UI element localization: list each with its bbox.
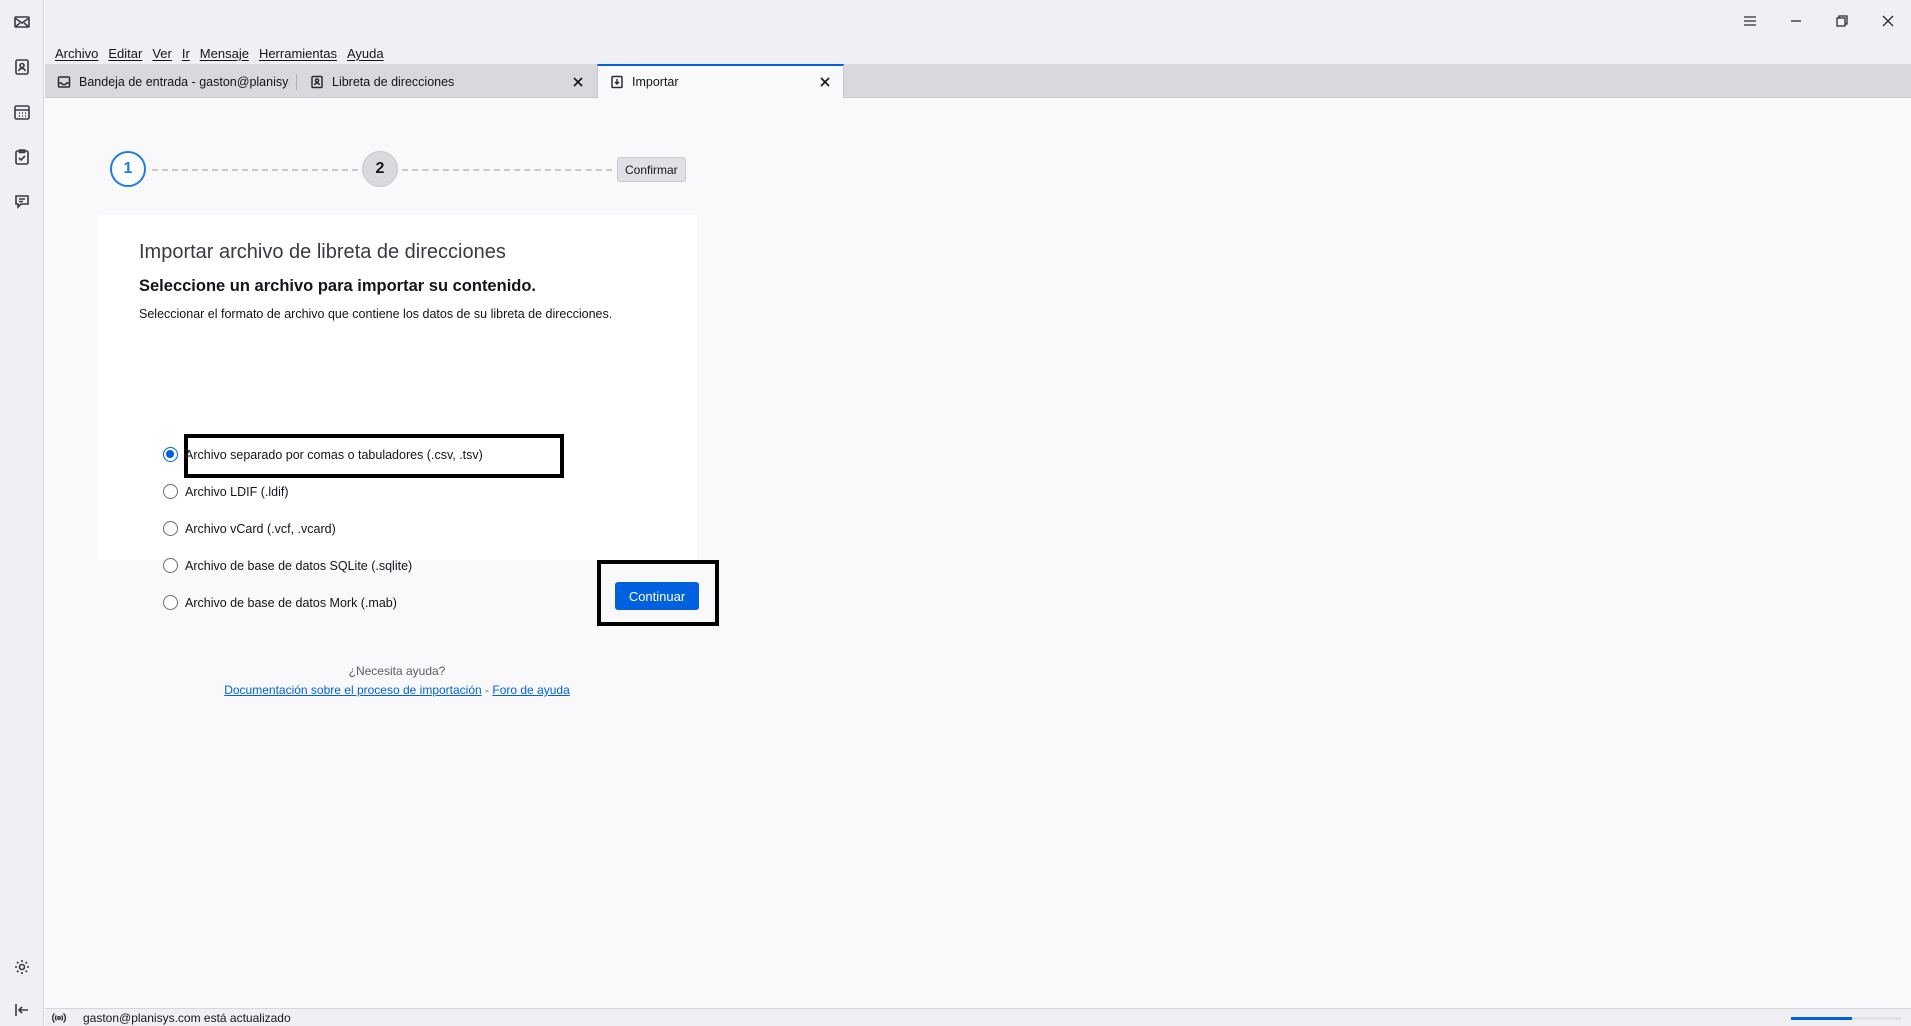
support-forum-link[interactable]: Foro de ayuda <box>492 683 569 697</box>
option-label: Archivo de base de datos Mork (.mab) <box>185 595 397 610</box>
spaces-toolbar <box>0 0 44 1026</box>
calendar-icon[interactable] <box>8 98 36 126</box>
menu-herramientas[interactable]: Herramientas <box>254 46 342 61</box>
continue-button[interactable]: Continuar <box>615 582 699 610</box>
radio-button[interactable] <box>163 484 178 499</box>
import-card: Importar archivo de libreta de direccion… <box>97 215 697 610</box>
import-page: 1 2 Confirmar Importar archivo de libret… <box>45 98 1911 1010</box>
radio-button[interactable] <box>163 558 178 573</box>
progress-bar <box>1791 1017 1901 1020</box>
settings-gear-icon[interactable] <box>8 953 36 981</box>
close-tab-icon[interactable] <box>817 74 833 90</box>
app-menu-icon[interactable] <box>1727 0 1773 42</box>
option-label: Archivo de base de datos SQLite (.sqlite… <box>185 558 413 573</box>
restore-icon[interactable] <box>1819 0 1865 42</box>
card-description: Seleccionar el formato de archivo que co… <box>139 307 613 321</box>
option-sqlite[interactable]: Archivo de base de datos SQLite (.sqlite… <box>163 558 412 573</box>
status-text: gaston@planisys.com está actualizado <box>83 1010 291 1025</box>
option-label: Archivo separado por comas o tabuladores… <box>185 447 483 462</box>
menu-ayuda[interactable]: Ayuda <box>342 46 389 61</box>
close-window-icon[interactable] <box>1865 0 1911 42</box>
option-ldif[interactable]: Archivo LDIF (.ldif) <box>163 484 289 499</box>
help-question: ¿Necesita ayuda? <box>348 664 446 678</box>
card-title: Importar archivo de libreta de direccion… <box>139 241 506 263</box>
radio-button[interactable] <box>163 447 178 462</box>
option-mork[interactable]: Archivo de base de datos Mork (.mab) <box>163 595 397 610</box>
progress-fill <box>1791 1017 1852 1020</box>
radio-button[interactable] <box>163 595 178 610</box>
option-label: Archivo vCard (.vcf, .vcard) <box>185 521 336 536</box>
import-icon <box>610 75 624 89</box>
collapse-sidebar-icon[interactable] <box>8 996 36 1024</box>
mail-icon[interactable] <box>8 8 36 36</box>
card-heading: Seleccione un archivo para importar su c… <box>139 277 537 295</box>
menu-ver[interactable]: Ver <box>147 46 177 61</box>
tasks-icon[interactable] <box>8 143 36 171</box>
address-book-icon <box>310 75 324 89</box>
menu-archivo[interactable]: Archivo <box>50 46 103 61</box>
step-connector <box>152 169 358 171</box>
confirm-step-indicator: Confirmar <box>617 157 686 182</box>
option-vcard[interactable]: Archivo vCard (.vcf, .vcard) <box>163 521 336 536</box>
import-docs-link[interactable]: Documentación sobre el proceso de import… <box>224 683 481 697</box>
step-connector <box>402 169 612 171</box>
close-tab-icon[interactable] <box>570 74 586 90</box>
menu-editar[interactable]: Editar <box>103 46 147 61</box>
titlebar <box>45 0 1911 42</box>
menu-ir[interactable]: Ir <box>177 46 195 61</box>
menu-mensaje[interactable]: Mensaje <box>195 46 254 61</box>
chat-icon[interactable] <box>8 188 36 216</box>
minimize-icon[interactable] <box>1773 0 1819 42</box>
help-links: Documentación sobre el proceso de import… <box>97 683 697 697</box>
step-2-indicator: 2 <box>362 151 398 187</box>
tab-import[interactable]: Importar <box>597 64 844 98</box>
tab-separator <box>296 74 297 90</box>
tab-inbox[interactable]: Bandeja de entrada - gaston@planisys. <box>45 66 295 98</box>
tab-label: Bandeja de entrada - gaston@planisys. <box>79 75 289 89</box>
tab-label: Importar <box>632 75 679 89</box>
inbox-icon <box>57 75 71 89</box>
menubar: Archivo Editar Ver Ir Mensaje Herramient… <box>45 42 1911 64</box>
online-status-icon[interactable] <box>45 1011 73 1025</box>
tab-address-book[interactable]: Libreta de direcciones <box>298 66 596 98</box>
option-csv[interactable]: Archivo separado por comas o tabuladores… <box>163 447 483 462</box>
status-bar: gaston@planisys.com está actualizado <box>45 1008 1911 1026</box>
step-1-indicator: 1 <box>110 151 146 187</box>
radio-button[interactable] <box>163 521 178 536</box>
tab-strip: Bandeja de entrada - gaston@planisys. Li… <box>45 64 1911 98</box>
link-separator: - <box>481 683 493 697</box>
address-book-space-icon[interactable] <box>8 53 36 81</box>
option-label: Archivo LDIF (.ldif) <box>185 484 289 499</box>
tab-label: Libreta de direcciones <box>332 75 455 89</box>
